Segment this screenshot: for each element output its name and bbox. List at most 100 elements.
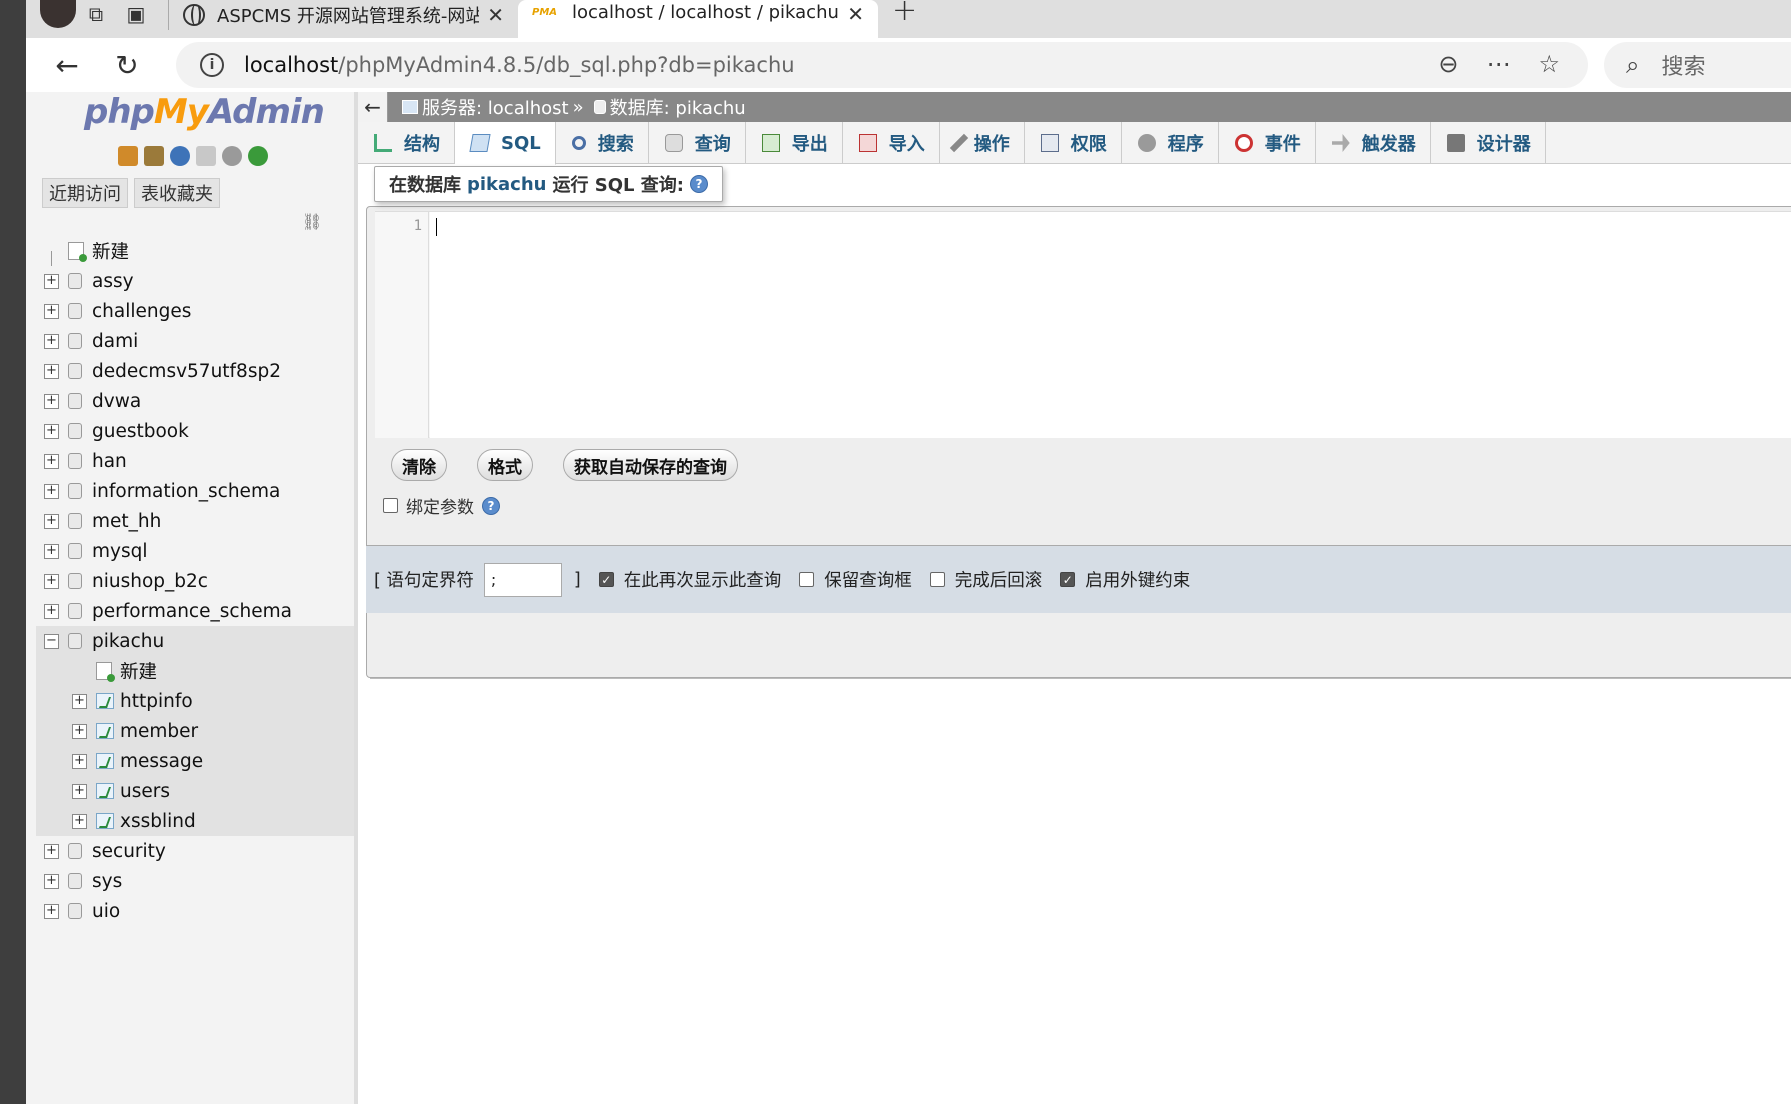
tree-label[interactable]: message [120,751,203,772]
tree-item-db-pikachu[interactable]: − pikachu [40,626,354,656]
tree-item-table[interactable]: + xssblind [40,806,354,836]
new-tab-button[interactable]: + [892,0,917,26]
checkbox[interactable] [929,572,945,587]
option-show-query-again[interactable]: ✓ 在此再次显示此查询 [598,567,782,592]
option-retain-query-box[interactable]: 保留查询框 [799,567,912,592]
tab-structure[interactable]: 结构 [358,122,455,164]
link-with-main-icon[interactable]: ⛓ [302,212,322,231]
favorites-tab[interactable]: 表收藏夹 [134,178,220,208]
option-label[interactable]: 启用外键约束 [1085,567,1190,592]
expand-icon[interactable]: + [44,453,59,469]
help-icon[interactable] [170,146,190,166]
tree-item-db[interactable]: + met_hh [40,506,354,536]
expand-icon[interactable]: + [44,303,59,319]
back-arrow-icon[interactable]: ← [40,45,94,85]
collapse-icon[interactable]: − [44,633,59,649]
browser-tab-aspcms[interactable]: ASPCMS 开源网站管理系统-网站 ✕ [168,0,518,30]
tab-import[interactable]: 导入 [843,122,940,164]
tree-item-db[interactable]: + han [40,446,354,476]
tab-sql[interactable]: SQL [455,122,556,165]
expand-icon[interactable]: + [44,393,59,409]
tree-label[interactable]: assy [92,271,134,292]
browser-search-box[interactable]: ⌕ 搜索 [1604,42,1791,88]
tree-label[interactable]: pikachu [92,631,164,652]
expand-icon[interactable]: + [72,813,87,829]
expand-icon[interactable]: + [44,273,59,289]
tree-label[interactable]: users [120,781,170,802]
profile-avatar[interactable] [40,0,76,28]
close-tab-icon[interactable]: ✕ [847,2,864,26]
tree-label[interactable]: challenges [92,301,191,322]
tab-triggers[interactable]: 触发器 [1316,122,1431,164]
tab-routines[interactable]: 程序 [1122,122,1219,164]
tree-label[interactable]: sys [92,871,122,892]
home-icon[interactable] [118,146,138,166]
tree-item-db[interactable]: + security [40,836,354,866]
bind-parameters-label[interactable]: 绑定参数 [406,493,474,518]
option-label[interactable]: 在此再次显示此查询 [624,567,782,592]
tree-label[interactable]: 新建 [120,658,157,684]
tree-item-new-table[interactable]: 新建 [40,656,354,686]
reload-navigation-icon[interactable] [248,146,268,166]
recent-tab[interactable]: 近期访问 [42,178,128,208]
tree-item-db[interactable]: + dvwa [40,386,354,416]
expand-icon[interactable]: + [44,843,59,859]
browser-tab-phpmyadmin[interactable]: PMA localhost / localhost / pikachu | p … [518,0,878,38]
checkbox-checked[interactable]: ✓ [1060,572,1076,587]
expand-icon[interactable]: + [44,873,59,889]
tree-label[interactable]: dedecmsv57utf8sp2 [92,361,281,382]
documentation-icon[interactable] [196,146,216,166]
close-tab-icon[interactable]: ✕ [487,3,504,27]
breadcrumb-database[interactable]: 数据库: pikachu [610,94,746,120]
tree-item-table[interactable]: + users [40,776,354,806]
tree-label[interactable]: met_hh [92,511,161,532]
url-text[interactable]: localhost/phpMyAdmin4.8.5/db_sql.php?db=… [244,53,795,77]
tree-item-table[interactable]: + member [40,716,354,746]
clear-button[interactable]: 清除 [391,449,447,481]
tab-privileges[interactable]: 权限 [1025,122,1122,164]
tree-label[interactable]: security [92,841,166,862]
tree-item-table[interactable]: + httpinfo [40,686,354,716]
tree-item-db[interactable]: + dami [40,326,354,356]
tab-query[interactable]: 查询 [649,122,746,164]
delimiter-input[interactable]: ; [483,562,562,597]
tree-item-table[interactable]: + message [40,746,354,776]
tree-label[interactable]: uio [92,901,120,922]
tab-search[interactable]: 搜索 [556,122,649,164]
tree-label[interactable]: httpinfo [120,691,193,712]
tree-label[interactable]: dami [92,331,138,352]
expand-icon[interactable]: + [72,753,87,769]
address-bar[interactable]: i localhost/phpMyAdmin4.8.5/db_sql.php?d… [176,42,1588,88]
phpmyadmin-logo[interactable]: phpMyAdmin [84,92,325,132]
tab-actions-icon[interactable]: ▣ [116,0,156,28]
tree-item-db[interactable]: + guestbook [40,416,354,446]
tree-item-db[interactable]: + dedecmsv57utf8sp2 [40,356,354,386]
help-icon[interactable]: ? [482,496,500,515]
format-button[interactable]: 格式 [477,449,533,481]
tree-item-db[interactable]: + assy [40,266,354,296]
favorite-star-icon[interactable]: ☆ [1538,50,1560,78]
checkbox[interactable] [799,572,815,587]
expand-icon[interactable]: + [44,603,59,619]
checkbox-checked[interactable]: ✓ [598,572,614,587]
tree-item-db[interactable]: + information_schema [40,476,354,506]
option-label[interactable]: 完成后回滚 [955,567,1043,592]
expand-icon[interactable]: + [44,333,59,349]
tree-item-db[interactable]: + sys [40,866,354,896]
tree-item-db[interactable]: + uio [40,896,354,926]
settings-gear-icon[interactable] [222,146,242,166]
help-icon[interactable]: ? [689,175,708,193]
tab-designer[interactable]: 设计器 [1431,122,1546,164]
option-rollback-when-finished[interactable]: 完成后回滚 [929,567,1043,592]
expand-icon[interactable]: + [72,693,87,709]
tree-item-db[interactable]: + challenges [40,296,354,326]
tree-item-db[interactable]: + mysql [40,536,354,566]
tree-label[interactable]: niushop_b2c [92,571,208,592]
tree-label[interactable]: xssblind [120,811,196,832]
reload-icon[interactable]: ↻ [100,45,154,85]
expand-icon[interactable]: + [44,513,59,529]
tree-label[interactable]: dvwa [92,391,141,412]
tab-export[interactable]: 导出 [746,122,843,164]
expand-icon[interactable]: + [44,363,59,379]
sql-code-area[interactable] [430,212,1791,438]
